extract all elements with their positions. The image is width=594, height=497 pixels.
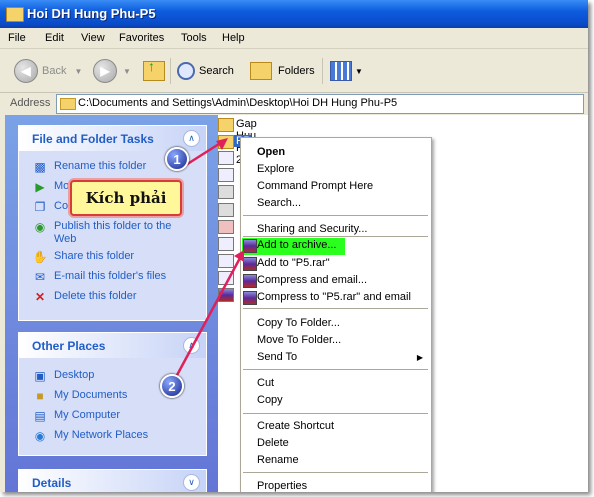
explorer-window: Hoi DH Hung Phu-P5 File Edit View Favori… <box>0 0 588 492</box>
step-badge-1: 1 <box>165 147 189 171</box>
annotation-arrows <box>174 138 244 378</box>
step-badge-2: 2 <box>160 374 184 398</box>
right-click-callout: Kích phải <box>70 180 182 216</box>
arrow-line-2 <box>174 257 242 378</box>
